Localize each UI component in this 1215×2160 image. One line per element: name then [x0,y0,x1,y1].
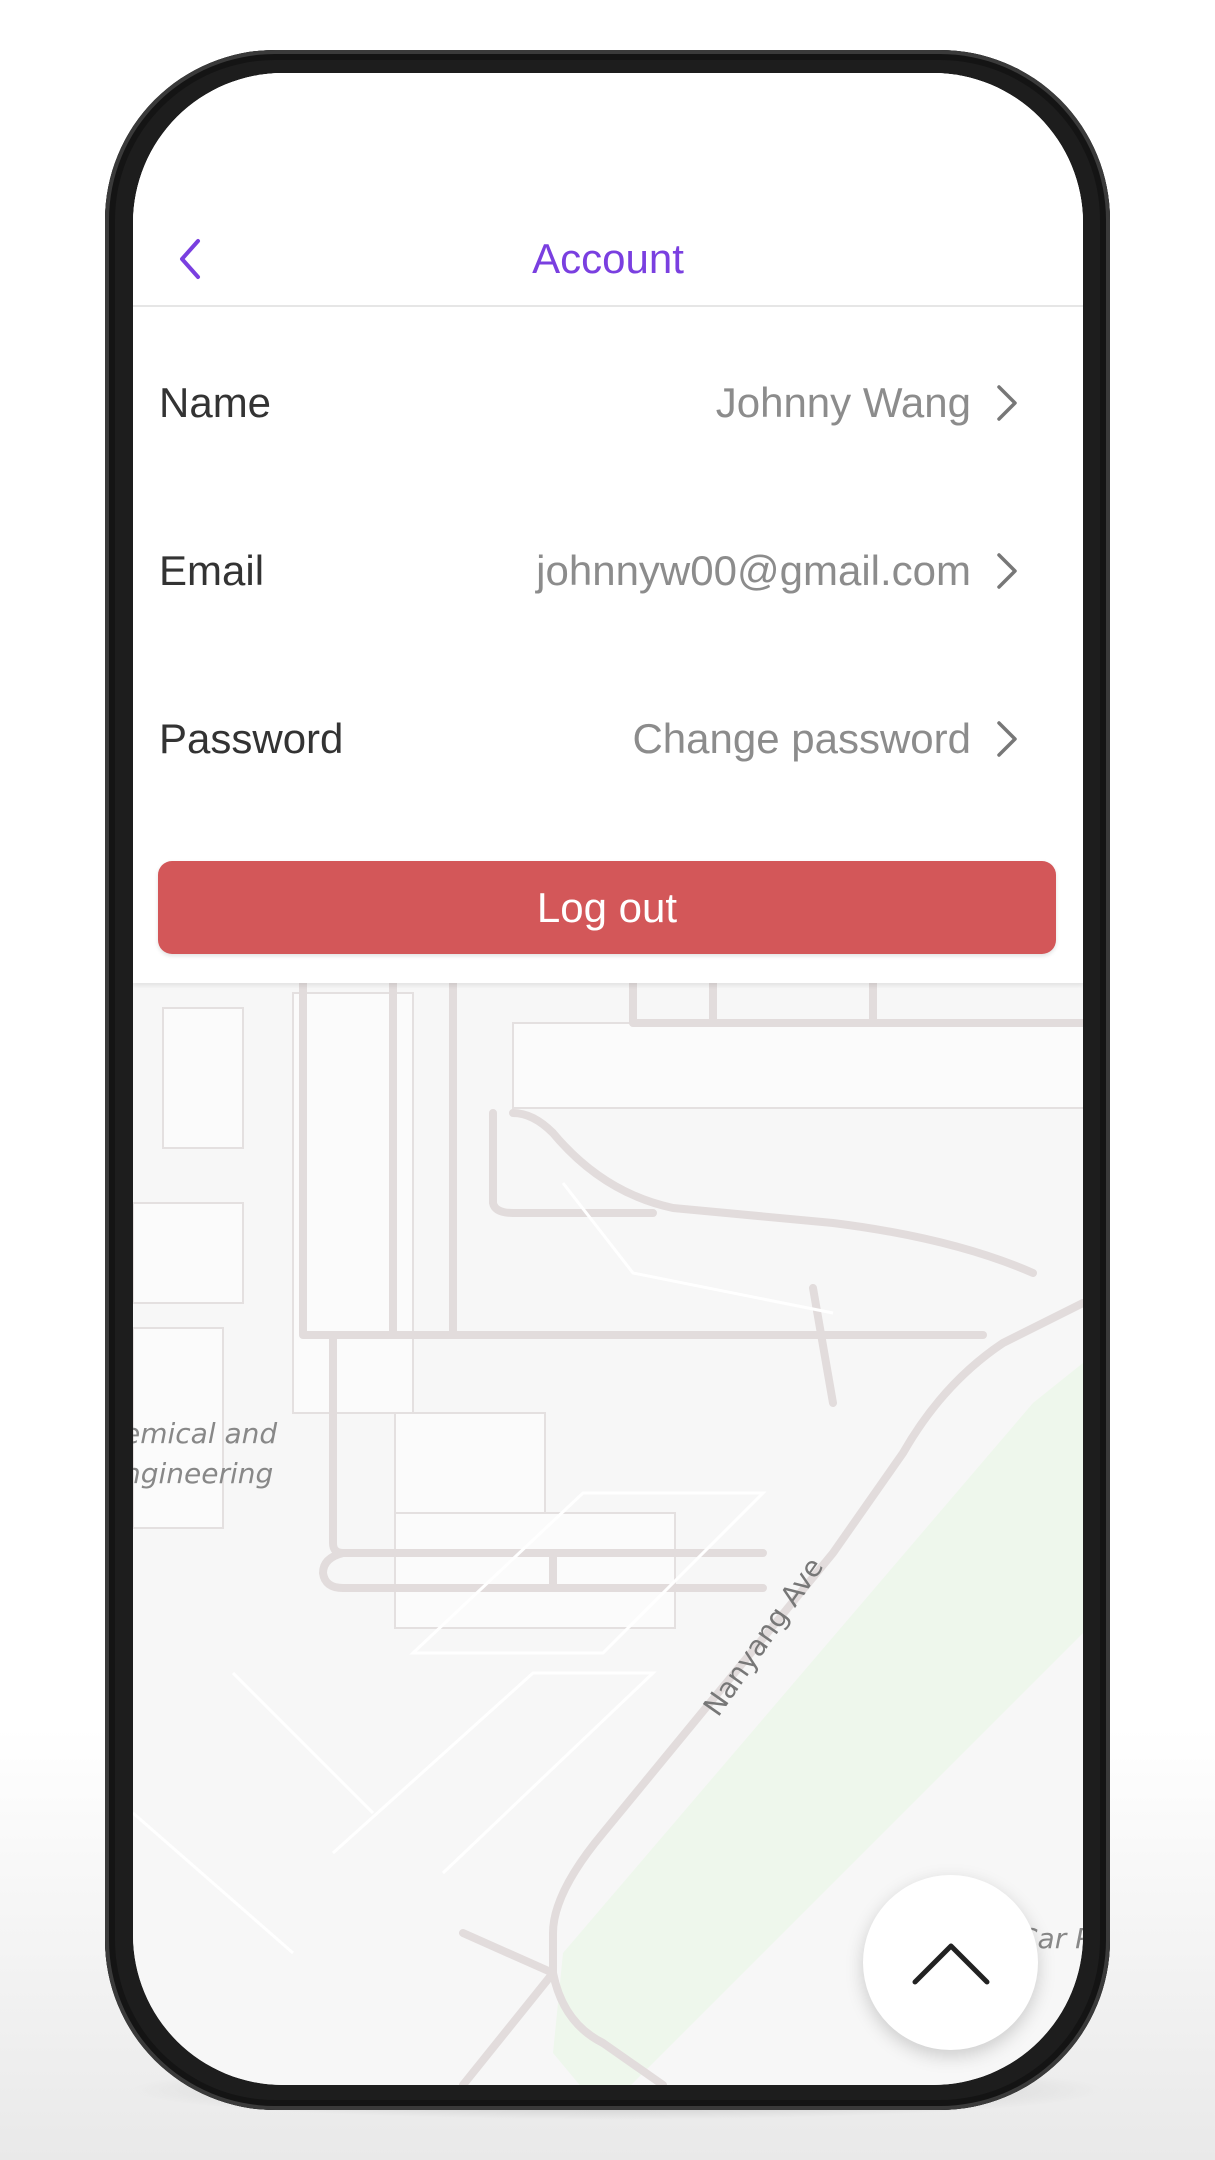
logout-button[interactable]: Log out [158,861,1056,954]
chevron-up-icon [912,1943,989,1984]
name-label: Name [159,379,272,426]
map-area-label-1: emical and [133,1417,277,1450]
name-row[interactable]: Name Johnny Wang [133,343,1083,463]
name-value: Johnny Wang [715,379,971,426]
chevron-right-icon [987,551,1027,591]
password-label: Password [159,715,344,762]
password-row[interactable]: Password Change password [133,679,1083,799]
expand-panel-button[interactable] [863,1875,1038,2050]
phone-screen: emical and ngineering Nanyang Ave Car P … [133,73,1083,2085]
email-row[interactable]: Email johnnyw00@gmail.com [133,511,1083,631]
chevron-right-icon [987,719,1027,759]
password-value: Change password [632,715,971,762]
account-panel: Account Name Johnny Wang Email johnnyw00… [133,73,1083,983]
email-value: johnnyw00@gmail.com [536,547,971,594]
page-title: Account [532,235,684,282]
email-label: Email [159,547,265,594]
header-bar: Account [133,213,1083,307]
map-area-label-2: ngineering [133,1457,273,1490]
chevron-right-icon [987,383,1027,423]
